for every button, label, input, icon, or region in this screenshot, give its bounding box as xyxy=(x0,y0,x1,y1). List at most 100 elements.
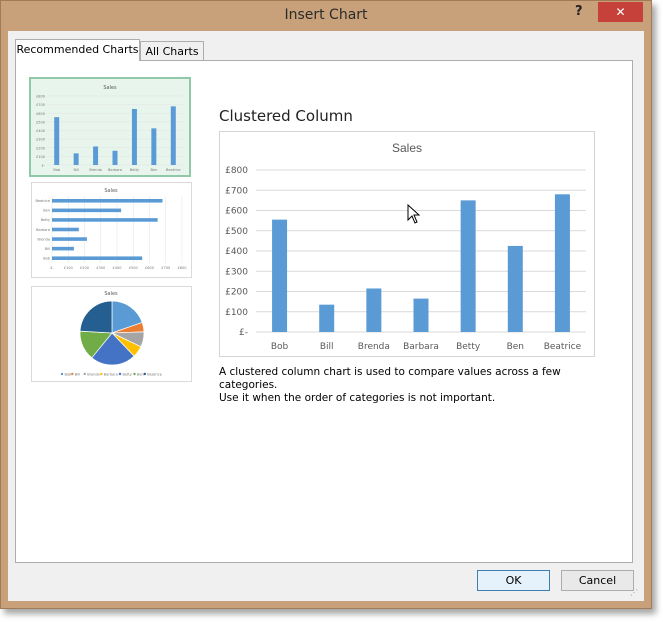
bar-bob xyxy=(272,219,288,332)
thumb-title: Sales xyxy=(104,188,118,194)
legend-swatch xyxy=(83,372,86,376)
thumb-y-tick: Beatrice xyxy=(35,199,50,203)
dialog-title: Insert Chart xyxy=(284,7,368,23)
legend-label: Barbara xyxy=(104,372,118,376)
title-bar[interactable]: Insert Chart ? ✕ xyxy=(1,1,651,31)
thumb-hbar xyxy=(52,218,158,222)
y-tick-label: £- xyxy=(239,328,248,338)
thumbnail-clustered-column[interactable]: Sales £- £100 £200 £300 £400 £500 £600 £700 £800 B… xyxy=(29,77,191,177)
tab-panel: Sales £- £100 £200 £300 £400 £500 £600 £700 £800 B… xyxy=(15,60,633,563)
thumb-x-tick: £600 xyxy=(145,266,154,270)
thumb-title: Sales xyxy=(103,85,117,91)
sales-column-chart: Sales £- £100 £200 £300 £400 £500 £600 £700 £800 B… xyxy=(225,141,586,352)
legend-label: Bill xyxy=(75,372,80,376)
x-tick-label: Brenda xyxy=(358,342,390,352)
bar-beatrice xyxy=(554,194,570,332)
bar-thumbnail-graphic: Sales £- £100 £200 £300 £400 £500 £600 £700 £800 B… xyxy=(35,188,187,270)
thumb-x-tick: £500 xyxy=(129,266,138,270)
thumb-bar xyxy=(93,146,99,165)
thumb-x-tick: £200 xyxy=(80,266,89,270)
thumbnail-pie[interactable]: Sales Bob Bill Brenda Barbara Betty Ben Beatric… xyxy=(31,286,192,382)
x-tick-label: Beatrice xyxy=(544,342,582,352)
legend-swatch xyxy=(71,372,74,376)
x-tick-label: Ben xyxy=(507,342,524,352)
thumb-hbar xyxy=(52,227,79,232)
thumb-y-tick: Brenda xyxy=(37,237,50,241)
thumb-x-tick: £100 xyxy=(64,266,73,270)
thumb-y-tick: Betty xyxy=(41,218,50,222)
insert-chart-dialog: Insert Chart ? ✕ Recommended Charts All … xyxy=(0,0,652,609)
thumb-hbar xyxy=(52,237,87,241)
legend-swatch xyxy=(143,372,146,376)
thumb-y-tick: £200 xyxy=(36,146,45,150)
cancel-button[interactable]: Cancel xyxy=(561,570,634,591)
thumb-y-tick: Ben xyxy=(43,209,50,213)
thumb-x-tick: £- xyxy=(50,266,54,270)
bar-barbara xyxy=(413,298,429,332)
legend-label: Bob xyxy=(65,372,73,376)
thumb-bar xyxy=(131,108,137,165)
thumb-bar xyxy=(151,128,157,165)
bar-betty xyxy=(460,200,476,332)
thumb-hbar xyxy=(52,198,163,203)
thumb-title: Sales xyxy=(104,291,118,297)
bar-bill xyxy=(319,304,335,332)
y-tick-label: £500 xyxy=(225,227,248,237)
y-tick-label: £600 xyxy=(225,207,248,217)
help-button[interactable]: ? xyxy=(575,4,583,19)
thumb-hbar xyxy=(52,246,74,251)
mouse-cursor-icon xyxy=(407,204,421,224)
thumb-y-tick: £400 xyxy=(36,129,45,133)
thumb-y-tick: £300 xyxy=(36,138,45,142)
thumb-x-tick: Beatrice xyxy=(166,168,181,172)
chart-title: Sales xyxy=(392,141,422,155)
thumb-bar xyxy=(112,150,118,165)
pie-thumbnail-graphic: Sales Bob Bill Brenda Barbara Betty Ben Beatric… xyxy=(60,291,162,376)
y-tick-label: £700 xyxy=(225,186,248,196)
description-line-2: Use it when the order of categories is n… xyxy=(219,392,496,404)
bar-ben xyxy=(507,245,523,332)
x-tick-label: Betty xyxy=(456,342,481,352)
tab-recommended-charts[interactable]: Recommended Charts xyxy=(15,39,140,61)
description-line-1: A clustered column chart is used to comp… xyxy=(219,366,561,391)
thumbnail-clustered-bar[interactable]: Sales £- £100 £200 £300 £400 £500 £600 £700 £800 B… xyxy=(31,182,192,278)
y-tick-label: £800 xyxy=(225,166,248,176)
thumb-hbar xyxy=(52,256,143,261)
y-tick-label: £400 xyxy=(225,247,248,257)
legend-swatch xyxy=(118,372,122,376)
thumb-bar xyxy=(170,106,176,165)
thumb-x-tick: £800 xyxy=(178,266,187,270)
resize-grip[interactable]: ⋰ xyxy=(630,588,638,597)
legend-swatch xyxy=(133,372,136,376)
preview-chart-name: Clustered Column xyxy=(219,107,353,125)
thumb-y-tick: £100 xyxy=(36,155,45,159)
y-tick-label: £200 xyxy=(225,288,248,298)
thumb-y-tick: £600 xyxy=(36,112,45,116)
thumb-x-tick: Ben xyxy=(150,168,157,172)
thumb-x-tick: Bill xyxy=(73,168,78,172)
thumb-y-tick: Barbara xyxy=(36,228,50,232)
pie-slice-beatrice xyxy=(79,300,113,334)
tab-all-charts[interactable]: All Charts xyxy=(140,41,204,62)
thumb-x-tick: £700 xyxy=(161,266,170,270)
thumb-bar xyxy=(73,153,79,165)
thumb-y-tick: Bob xyxy=(43,257,51,261)
thumb-y-tick: £700 xyxy=(36,103,45,107)
thumb-x-tick: £400 xyxy=(113,266,122,270)
bar-brenda xyxy=(366,288,382,332)
thumb-x-tick: Brenda xyxy=(89,168,102,172)
chart-description: A clustered column chart is used to comp… xyxy=(219,366,619,405)
legend-label: Ben xyxy=(137,372,144,376)
close-button[interactable]: ✕ xyxy=(598,2,643,22)
legend-label: Brenda xyxy=(87,372,100,376)
legend-swatch xyxy=(60,372,64,376)
ok-button[interactable]: OK xyxy=(477,570,550,591)
legend-label: Betty xyxy=(123,372,132,376)
thumb-x-tick: Barbara xyxy=(108,168,122,172)
column-thumbnail-graphic: Sales £- £100 £200 £300 £400 £500 £600 £700 £800 B… xyxy=(36,85,183,172)
thumb-x-tick: Betty xyxy=(130,168,139,172)
thumb-y-tick: £- xyxy=(42,164,46,168)
thumb-y-tick: £500 xyxy=(36,120,45,124)
y-tick-label: £100 xyxy=(225,308,248,318)
legend-label: Beatrice xyxy=(147,372,162,376)
